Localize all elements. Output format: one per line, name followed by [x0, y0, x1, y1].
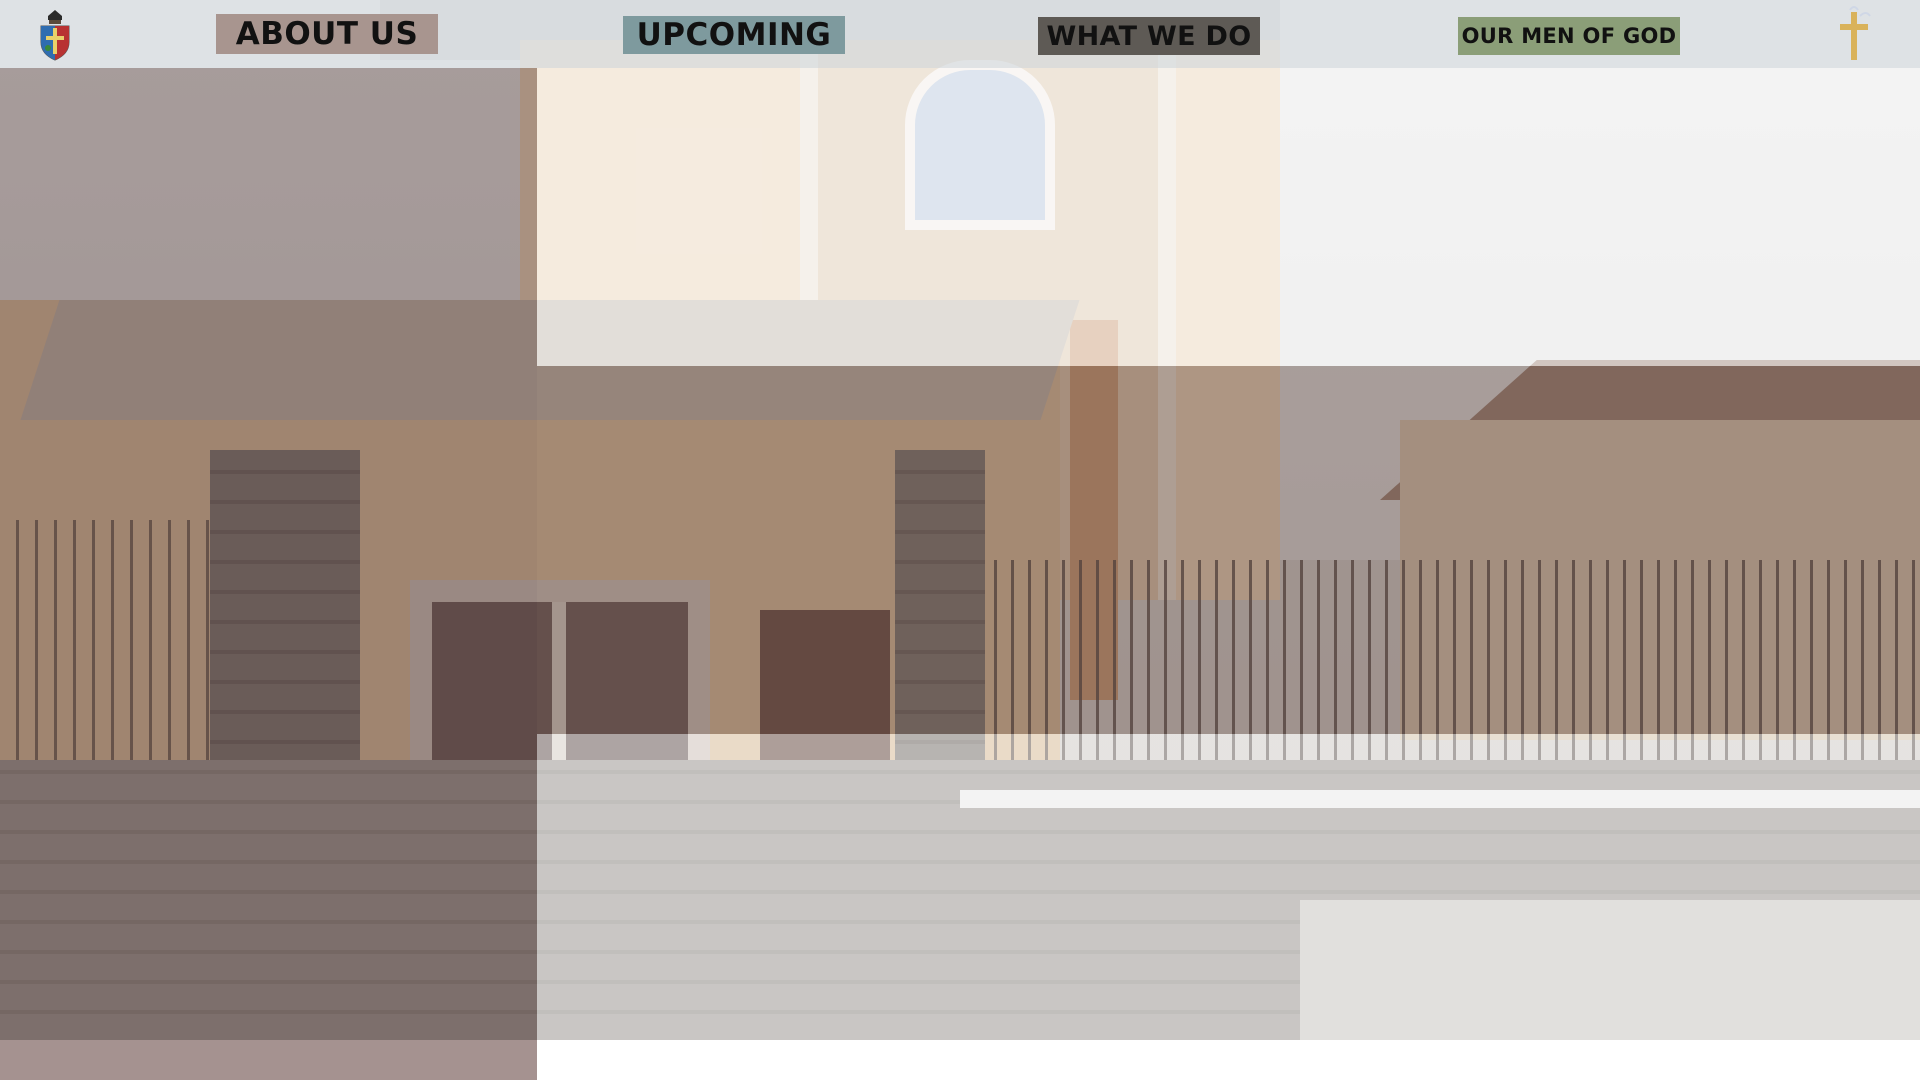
nav-what-we-do[interactable]: WHAT WE DO: [1038, 17, 1260, 55]
nav-what-we-do-label: WHAT WE DO: [1046, 20, 1252, 52]
cross-icon: [1836, 6, 1872, 62]
footer-strip-left: [0, 1040, 537, 1080]
footer-strip-right: [537, 1040, 1920, 1080]
overlay-left-panel: [0, 68, 537, 1040]
overlay-middle-band: [537, 366, 1920, 734]
overlay-top-right-panel: [537, 68, 1920, 366]
church-crest-icon[interactable]: [38, 8, 72, 62]
nav-our-men-of-god[interactable]: OUR MEN OF GOD: [1458, 17, 1680, 55]
overlay-bottom-right-panel: [537, 734, 1920, 1040]
site-header: ABOUT US UPCOMING WHAT WE DO OUR MEN OF …: [0, 0, 1920, 68]
nav-our-men-of-god-label: OUR MEN OF GOD: [1461, 24, 1677, 48]
nav-about-us-label: ABOUT US: [235, 16, 419, 52]
nav-about-us[interactable]: ABOUT US: [216, 14, 438, 54]
nav-upcoming-label: UPCOMING: [636, 17, 832, 53]
nav-upcoming[interactable]: UPCOMING: [623, 16, 845, 54]
